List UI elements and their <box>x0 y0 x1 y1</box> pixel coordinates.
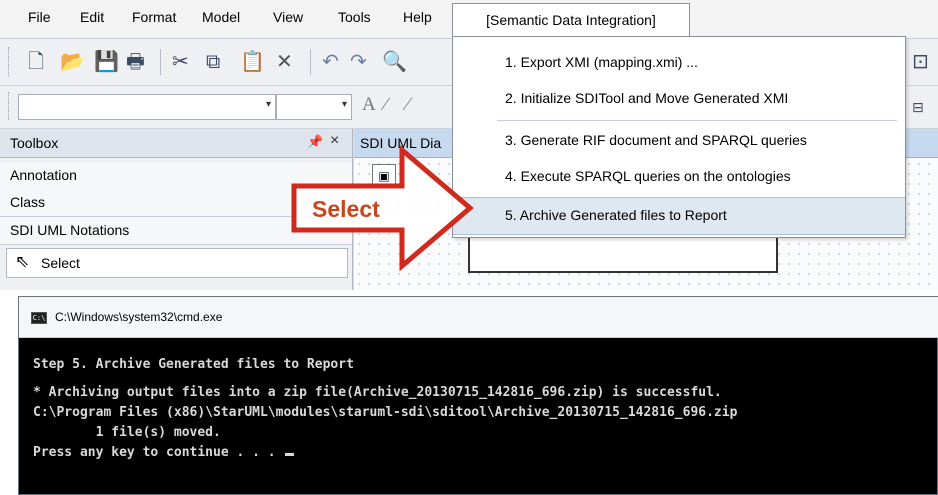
menu-file[interactable]: File <box>28 9 51 25</box>
cmd-line: C:\Program Files (x86)\StarUML\modules\s… <box>33 405 738 420</box>
fill-color-icon[interactable]: ⁄ <box>406 94 409 116</box>
menu-item-export-xmi[interactable]: 1. Export XMI (mapping.xmi) ... <box>453 45 905 81</box>
menu-help[interactable]: Help <box>403 9 432 25</box>
category-label: Class <box>10 194 46 210</box>
cut-icon[interactable]: ✂ <box>172 51 189 73</box>
select-tool-label: Select <box>41 255 80 271</box>
menu-model[interactable]: Model <box>202 9 240 25</box>
category-label: Annotation <box>10 167 77 183</box>
cmd-window: C:\ C:\Windows\system32\cmd.exe Step 5. … <box>18 296 938 495</box>
menu-semantic-data-integration[interactable]: [Semantic Data Integration] <box>452 3 690 36</box>
toolbar-grip[interactable] <box>8 47 12 77</box>
layout-icon[interactable]: ⊟ <box>912 96 924 118</box>
line-color-icon[interactable]: ⁄ <box>384 94 387 116</box>
font-size-combo[interactable]: ▾ <box>276 94 352 120</box>
undo-icon[interactable]: ↶ <box>322 51 339 73</box>
paste-icon[interactable]: 📋 <box>240 51 265 73</box>
cmd-line: Step 5. Archive Generated files to Repor… <box>33 357 354 372</box>
find-icon[interactable]: 🔍 <box>382 51 407 73</box>
menu-item-generate-rif[interactable]: 3. Generate RIF document and SPARQL quer… <box>453 123 905 159</box>
cmd-line: Press any key to continue . . . <box>33 445 284 460</box>
menu-item-label: 5. Archive Generated files to Report <box>505 207 727 223</box>
menu-bar: File Edit Format Model View Tools Help [… <box>0 0 938 39</box>
category-label: SDI UML Notations <box>10 222 130 238</box>
copy-icon[interactable]: ⧉ <box>206 51 220 73</box>
menu-tools[interactable]: Tools <box>338 9 371 25</box>
cmd-output: Step 5. Archive Generated files to Repor… <box>33 355 933 463</box>
menu-item-label: 4. Execute SPARQL queries on the ontolog… <box>505 168 791 184</box>
menu-item-label: 2. Initialize SDITool and Move Generated… <box>505 90 789 106</box>
cmd-prompt-line: Press any key to continue . . . <box>33 443 933 463</box>
menu-item-archive-files[interactable]: 5. Archive Generated files to Report <box>453 197 905 235</box>
terminal-icon: C:\ <box>31 312 47 324</box>
zoom-icon[interactable]: ⊡ <box>912 51 929 73</box>
menu-item-label: 3. Generate RIF document and SPARQL quer… <box>505 132 807 148</box>
cmd-line: 1 file(s) moved. <box>33 425 221 440</box>
font-name-combo[interactable]: ▾ <box>18 94 276 120</box>
cmd-cursor <box>285 453 295 456</box>
new-icon[interactable]: 🗋 <box>28 51 44 73</box>
menu-item-execute-sparql[interactable]: 4. Execute SPARQL queries on the ontolog… <box>453 159 905 195</box>
menu-separator <box>497 120 897 121</box>
callout-label: Select <box>312 196 380 222</box>
open-icon[interactable]: 📂 <box>60 51 85 73</box>
cmd-line: * Archiving output files into a zip file… <box>33 385 722 400</box>
toolbar-separator <box>160 49 161 75</box>
menu-format[interactable]: Format <box>132 9 176 25</box>
delete-icon[interactable]: ✕ <box>276 51 293 73</box>
sdi-dropdown-menu: 1. Export XMI (mapping.xmi) ... 2. Initi… <box>452 36 906 238</box>
menu-item-label: 1. Export XMI (mapping.xmi) ... <box>505 54 698 70</box>
redo-icon[interactable]: ↷ <box>350 51 367 73</box>
cmd-line <box>33 375 933 383</box>
chevron-down-icon: ▾ <box>341 99 347 110</box>
toolbar-grip[interactable] <box>8 92 12 120</box>
menu-item-initialize-sditool[interactable]: 2. Initialize SDITool and Move Generated… <box>453 81 905 117</box>
print-icon[interactable]: 🖶 <box>126 51 145 73</box>
menu-view[interactable]: View <box>273 9 303 25</box>
pointer-icon: ⇖ <box>15 252 30 271</box>
menu-edit[interactable]: Edit <box>80 9 104 25</box>
cmd-window-title: C:\Windows\system32\cmd.exe <box>55 310 223 324</box>
font-color-icon[interactable]: A <box>362 94 376 116</box>
save-icon[interactable]: 💾 <box>94 51 119 73</box>
chevron-down-icon: ▾ <box>265 99 271 110</box>
toolbar-separator <box>310 49 311 75</box>
cmd-title-bar[interactable]: C:\ C:\Windows\system32\cmd.exe <box>19 297 938 338</box>
toolbox-title: Toolbox <box>10 135 59 151</box>
